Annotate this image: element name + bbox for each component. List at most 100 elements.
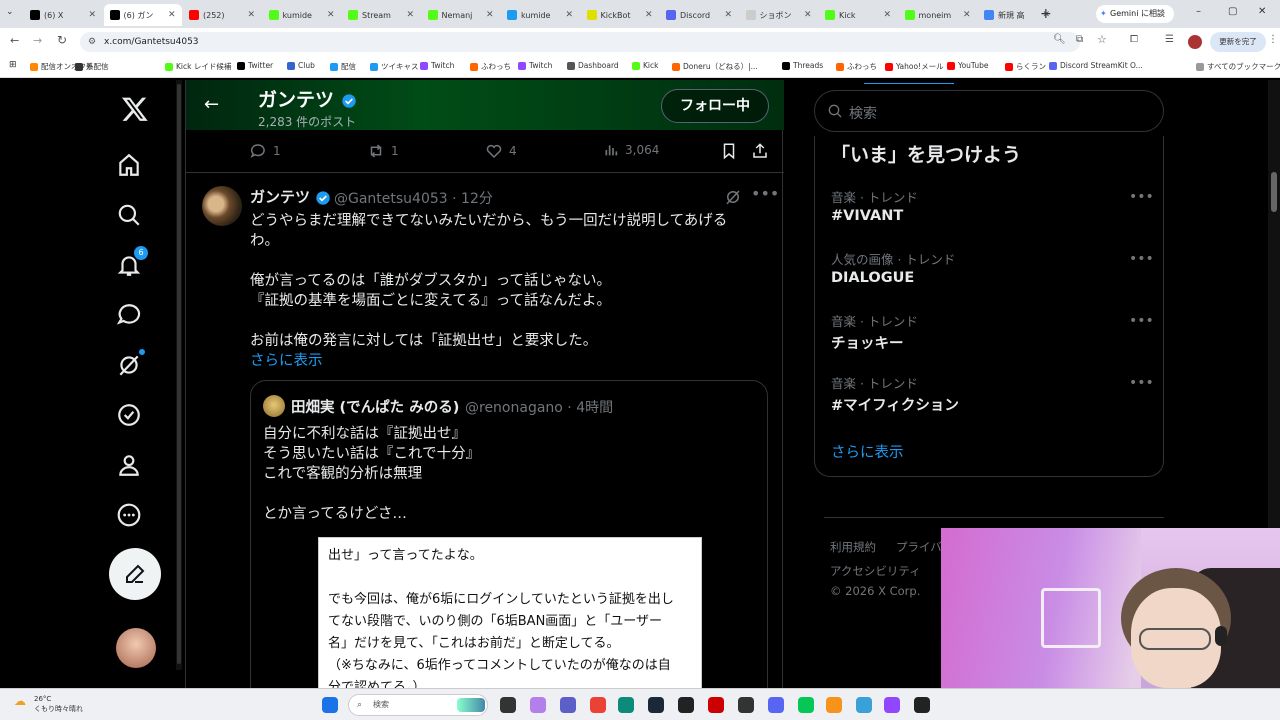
bookmark-item[interactable]: Twitch (420, 61, 454, 70)
messages-icon[interactable] (114, 300, 144, 330)
repost-button[interactable]: 1 (367, 142, 399, 160)
tab-close-icon[interactable]: ✕ (486, 10, 494, 20)
browser-tab[interactable]: kumide ✕ (501, 4, 579, 26)
zoom-icon[interactable]: 🔍︎ (1053, 34, 1066, 45)
x-logo-icon[interactable] (120, 94, 150, 124)
bookmark-item[interactable]: すべてのブックマーク (1196, 61, 1280, 72)
bookmark-item[interactable]: Threads (782, 61, 823, 70)
profile-icon[interactable] (114, 450, 144, 480)
reply-button[interactable]: 1 (249, 142, 281, 160)
trend-more-icon[interactable]: ••• (1129, 375, 1154, 391)
share-button[interactable] (751, 142, 769, 160)
home-icon[interactable] (114, 150, 144, 180)
maximize-button[interactable]: ▢ (1228, 6, 1237, 17)
back-arrow-icon[interactable]: ← (204, 94, 219, 115)
tab-close-icon[interactable]: ✕ (724, 10, 732, 20)
obs2-icon[interactable] (738, 697, 754, 713)
grok-icon[interactable] (114, 349, 145, 380)
views-button[interactable]: 3,064 (603, 142, 659, 158)
browser-tab[interactable]: Nemanj ✕ (422, 4, 500, 26)
explore-search-icon[interactable] (114, 200, 144, 230)
bookmark-item[interactable]: Discord StreamKit O... (1049, 61, 1143, 70)
bookmark-item[interactable]: らくラン (1005, 61, 1046, 72)
browser-tab[interactable]: Kick ✕ (819, 4, 897, 26)
line-icon[interactable] (798, 697, 814, 713)
bookmark-item[interactable]: Club (287, 61, 315, 70)
site-info-icon[interactable]: ⚙ (88, 32, 96, 52)
bookmark-item[interactable]: ツイキャス (370, 61, 419, 72)
gemini-button[interactable]: ✦ Gemini に相談 (1096, 5, 1174, 23)
following-button[interactable]: フォロー中 (661, 89, 769, 123)
compose-post-button[interactable] (109, 548, 161, 600)
quoted-post[interactable]: 田畑実 (でんぱた みのる) @renonagano · 4時間 自分に不利な話… (250, 380, 768, 688)
browser-tab[interactable]: Stream ✕ (342, 4, 420, 26)
reload-icon[interactable]: ↻ (57, 33, 67, 47)
url-field[interactable]: ⚙ x.com/Gantetsu4053 (80, 32, 1080, 52)
twitch-icon[interactable] (884, 697, 900, 713)
browser-tab[interactable]: (6) X ✕ (24, 4, 102, 26)
tab-close-icon[interactable]: ✕ (645, 10, 653, 20)
bookmark-item[interactable]: Twitter (237, 61, 273, 70)
discord-icon[interactable] (768, 697, 784, 713)
bookmark-item[interactable]: Twitch (518, 61, 552, 70)
more-circle-icon[interactable] (114, 500, 144, 530)
weather-widget[interactable]: ☁ 26°C くもり時々晴れ (14, 694, 83, 714)
tab-list-button[interactable]: ⌄ (6, 7, 20, 21)
task-view-icon[interactable] (500, 697, 516, 713)
browser-tab[interactable]: Discord ✕ (660, 4, 738, 26)
trend-more-icon[interactable]: ••• (1129, 313, 1154, 329)
back-arrow-icon[interactable]: ← (10, 34, 19, 47)
tab-close-icon[interactable]: ✕ (406, 10, 414, 20)
account-avatar[interactable] (116, 628, 156, 668)
left-scrollbar[interactable] (176, 80, 182, 670)
close-window-button[interactable]: ✕ (1258, 6, 1266, 17)
tab-close-icon[interactable]: ✕ (565, 10, 573, 20)
browser-tab[interactable]: ショボン ✕ (740, 4, 818, 26)
browser-tab[interactable]: moneim ✕ (899, 4, 977, 26)
tab-close-icon[interactable]: ✕ (327, 10, 335, 20)
windows-start-icon[interactable] (322, 697, 338, 713)
edge-icon[interactable] (618, 697, 634, 713)
tab-close-icon[interactable]: ✕ (247, 10, 255, 20)
menu-kebab-icon[interactable]: ⋮ (1268, 34, 1278, 45)
forward-arrow-icon[interactable]: → (33, 34, 42, 47)
bookmark-item[interactable]: Kick レイド候補 (165, 61, 231, 72)
extensions-icon[interactable]: ⧠ (1130, 34, 1138, 45)
bookmark-star-icon[interactable]: ☆ (1097, 33, 1107, 46)
new-tab-button[interactable]: + (1040, 6, 1052, 22)
update-button[interactable]: 更新を完了 (1210, 32, 1266, 52)
search-box[interactable]: 検索 (814, 90, 1164, 132)
browser-tab[interactable]: kumide ✕ (263, 4, 341, 26)
media-icon[interactable]: ☰ (1165, 34, 1174, 45)
copilot-icon[interactable] (530, 697, 546, 713)
chrome-icon[interactable] (590, 697, 606, 713)
tab-close-icon[interactable]: ✕ (88, 10, 96, 20)
tweet-handle-time[interactable]: @Gantetsu4053 · 12分 (334, 188, 493, 208)
bookmark-button[interactable] (720, 142, 738, 160)
trend-more-icon[interactable]: ••• (1129, 189, 1154, 205)
notepad-icon[interactable] (856, 697, 872, 713)
tweet-author-name[interactable]: ガンテツ (250, 186, 331, 207)
bookmark-item[interactable]: 外配信 (75, 61, 109, 72)
tab-close-icon[interactable]: ✕ (963, 10, 971, 20)
like-button[interactable]: 4 (485, 142, 517, 160)
apps-grid-icon[interactable]: ⊞ (9, 60, 17, 70)
tab-close-icon[interactable]: ✕ (168, 10, 176, 20)
install-icon[interactable]: ⧉ (1076, 34, 1083, 45)
taskbar-search[interactable]: ⌕ 検索 (348, 694, 488, 716)
premium-verified-icon[interactable] (114, 400, 144, 430)
browser-tab[interactable]: (252) ✕ (183, 4, 261, 26)
trend-more-icon[interactable]: ••• (1129, 251, 1154, 267)
record-icon[interactable] (708, 697, 724, 713)
browser-tab[interactable]: (6) ガン ✕ (103, 4, 182, 26)
teams-icon[interactable] (560, 697, 576, 713)
more-options-icon[interactable]: ••• (751, 184, 779, 203)
obs-icon[interactable] (678, 697, 694, 713)
bookmark-item[interactable]: Yahoo!メール (885, 61, 944, 72)
footer-accessibility-link[interactable]: アクセシビリティ (830, 563, 921, 579)
bookmark-item[interactable]: Doneru（どねる）|... (672, 61, 758, 72)
profile-avatar[interactable] (1188, 35, 1202, 49)
trends-show-more-link[interactable]: さらに表示 (831, 441, 904, 462)
terminal-icon[interactable] (914, 697, 930, 713)
show-more-link[interactable]: さらに表示 (250, 349, 323, 370)
